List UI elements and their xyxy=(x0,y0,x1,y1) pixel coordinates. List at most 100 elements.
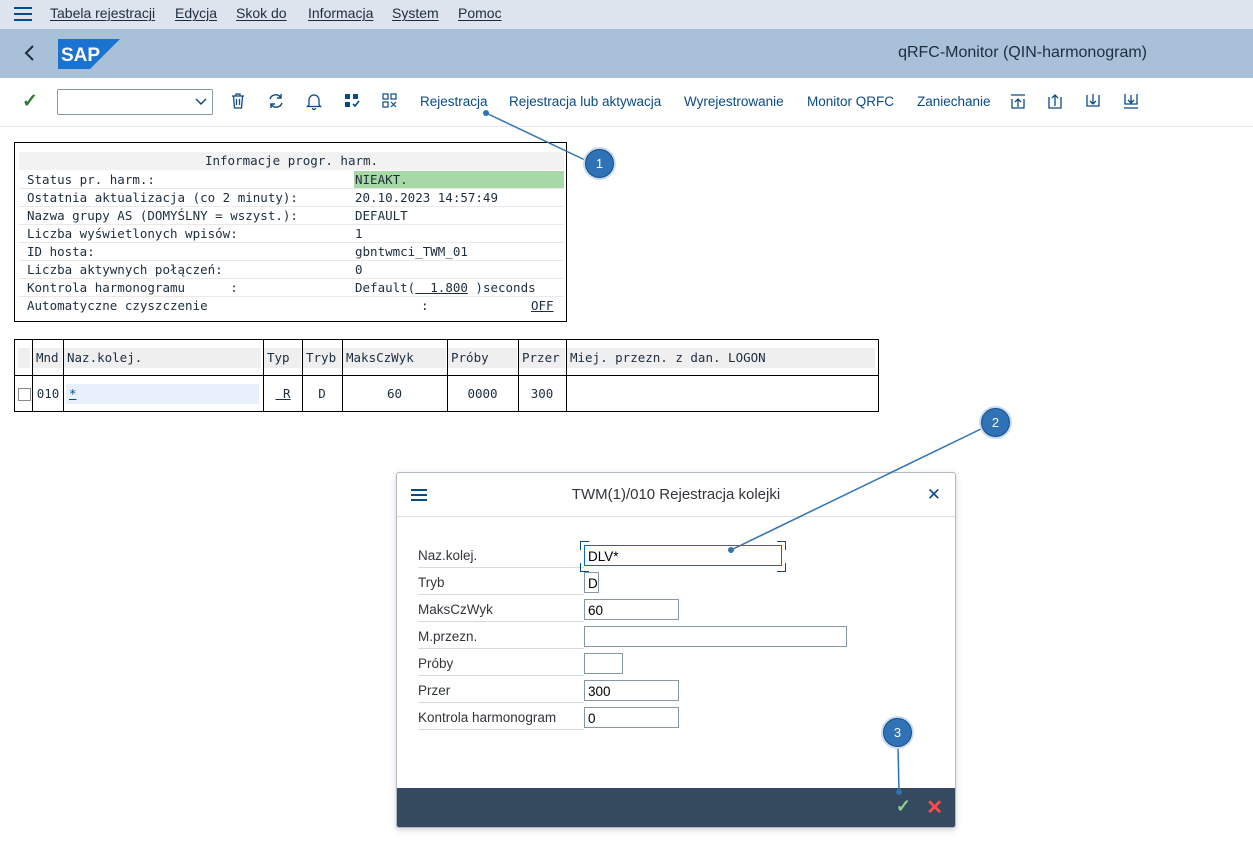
info-label-entries: Liczba wyświetlonych wpisów: xyxy=(27,226,238,241)
schedule-interval-link[interactable]: 1.800 xyxy=(415,280,468,295)
col-header-mode[interactable]: Tryb xyxy=(303,348,341,368)
menu-system[interactable]: System xyxy=(392,5,439,21)
dialog-footer: ✓ ✕ xyxy=(397,788,955,827)
col-header-max-runtime[interactable]: MaksCzWyk xyxy=(343,348,446,368)
dialog-header: TWM(1)/010 Rejestracja kolejki ✕ xyxy=(397,473,955,517)
type-link[interactable]: R xyxy=(275,386,291,401)
cell-pause: 300 xyxy=(530,386,554,401)
grid-deselect-icon[interactable] xyxy=(380,91,400,111)
cell-mnd: 010 xyxy=(36,386,60,401)
label-mode: Tryb xyxy=(418,572,584,595)
last-page-icon[interactable] xyxy=(1121,91,1141,111)
command-field[interactable] xyxy=(57,89,213,115)
callout-marker-3: 3 xyxy=(883,718,912,747)
queue-name-input[interactable]: DLV* xyxy=(584,545,782,566)
label-pause: Przer xyxy=(418,680,584,703)
pause-input[interactable]: 300 xyxy=(584,680,679,701)
focus-corner xyxy=(580,563,589,572)
deregister-button[interactable]: Wyrejestrowanie xyxy=(684,94,784,109)
info-panel-header: Informacje progr. harm. xyxy=(19,152,564,170)
row-select-checkbox[interactable] xyxy=(18,388,31,401)
info-value-status: NIEAKT. xyxy=(355,172,408,187)
destination-input[interactable] xyxy=(584,626,847,647)
sap-logo-text: SAP xyxy=(61,45,100,66)
col-header-attempts[interactable]: Próby xyxy=(448,348,517,368)
bell-icon[interactable] xyxy=(304,91,324,111)
attempts-input[interactable] xyxy=(584,653,623,674)
label-destination: M.przezn. xyxy=(418,626,584,649)
previous-page-icon[interactable] xyxy=(1045,91,1065,111)
chevron-down-icon[interactable] xyxy=(194,94,208,108)
label-max-runtime: MaksCzWyk xyxy=(418,599,584,622)
select-all-header[interactable] xyxy=(18,348,30,368)
info-label-schedule-control: Kontrola harmonogramu : xyxy=(27,280,238,295)
focus-corner xyxy=(777,541,786,550)
info-label-status: Status pr. harm.: xyxy=(27,172,155,187)
info-value-schedule-control: Default( 1.800 )seconds xyxy=(355,279,536,297)
register-queue-dialog: TWM(1)/010 Rejestracja kolejki ✕ Naz.kol… xyxy=(396,472,956,828)
scheduler-info-panel: Informacje progr. harm. Status pr. harm.… xyxy=(14,142,567,322)
callout-marker-1: 1 xyxy=(585,149,614,178)
sap-logo: SAP xyxy=(58,39,120,69)
col-header-logon-destination[interactable]: Miej. przezn. z dan. LOGON xyxy=(567,348,875,368)
cancel-x-icon[interactable]: ✕ xyxy=(926,795,943,820)
info-value-last-update: 20.10.2023 14:57:49 xyxy=(355,190,498,205)
shell-bar: SAP qRFC-Monitor (QIN-harmonogram) xyxy=(0,29,1253,78)
confirm-check-icon[interactable]: ✓ xyxy=(896,796,911,817)
callout-marker-2: 2 xyxy=(981,408,1010,437)
queue-name-link[interactable]: * xyxy=(69,386,77,401)
header-divider xyxy=(15,375,878,376)
col-header-pause[interactable]: Przer xyxy=(519,348,565,368)
refresh-icon[interactable] xyxy=(266,91,286,111)
info-label-last-update: Ostatnia aktualizacja (co 2 minuty): xyxy=(27,190,298,205)
info-value-host-id: gbntwmci_TWM_01 xyxy=(355,244,468,259)
schedule-suffix: )seconds xyxy=(467,280,536,295)
cancel-button[interactable]: Zaniechanie xyxy=(917,94,991,109)
col-header-queue-name[interactable]: Naz.kolej. xyxy=(64,348,261,368)
focus-corner xyxy=(777,563,786,572)
page-title: qRFC-Monitor (QIN-harmonogram) xyxy=(898,44,1147,61)
col-header-mnd[interactable]: Mnd xyxy=(33,348,62,368)
hamburger-menu-icon[interactable] xyxy=(14,7,32,21)
cell-type: R xyxy=(263,384,303,404)
application-toolbar: ✓ Rejestracja Rejestracja lub aktywacja … xyxy=(0,78,1253,127)
menu-skok-do[interactable]: Skok do xyxy=(236,5,287,21)
menu-bar: Tabela rejestracji Edycja Skok do Inform… xyxy=(0,0,1253,29)
enter-check-icon[interactable]: ✓ xyxy=(22,90,38,113)
menu-pomoc[interactable]: Pomoc xyxy=(458,5,502,21)
first-page-icon[interactable] xyxy=(1008,91,1028,111)
info-label-as-group: Nazwa grupy AS (DOMYŚLNY = wszyst.): xyxy=(27,208,298,223)
schedule-prefix: Default( xyxy=(355,280,416,295)
cell-logon-destination xyxy=(566,384,876,404)
col-header-type[interactable]: Typ xyxy=(264,348,301,368)
cell-mode: D xyxy=(318,386,326,401)
register-button[interactable]: Rejestracja xyxy=(420,94,488,109)
label-attempts: Próby xyxy=(418,653,584,676)
label-schedule-control: Kontrola harmonogram xyxy=(418,707,584,730)
register-or-activate-button[interactable]: Rejestracja lub aktywacja xyxy=(509,94,661,109)
info-value-entries: 1 xyxy=(355,226,363,241)
schedule-control-input[interactable]: 0 xyxy=(584,707,679,728)
info-label-auto-cleanup: Automatyczne czyszczenie xyxy=(27,298,208,313)
info-value-as-group: DEFAULT xyxy=(355,208,408,223)
focus-corner xyxy=(580,541,589,550)
menu-tabela-rejestracji[interactable]: Tabela rejestracji xyxy=(50,5,155,21)
next-page-icon[interactable] xyxy=(1083,91,1103,111)
mode-input[interactable]: D xyxy=(584,572,599,593)
close-icon[interactable]: ✕ xyxy=(927,485,941,505)
queue-table: Mnd Naz.kolej. Typ Tryb MaksCzWyk Próby … xyxy=(14,339,879,412)
info-colon: : xyxy=(421,298,429,313)
monitor-qrfc-button[interactable]: Monitor QRFC xyxy=(807,94,894,109)
info-label-host-id: ID hosta: xyxy=(27,244,95,259)
delete-icon[interactable] xyxy=(228,91,248,111)
info-value-active-connections: 0 xyxy=(355,262,363,277)
grid-select-icon[interactable] xyxy=(342,91,362,111)
cell-queue-name: * xyxy=(66,384,259,404)
max-runtime-input[interactable]: 60 xyxy=(584,599,679,620)
back-arrow-icon[interactable] xyxy=(20,42,40,64)
menu-informacja[interactable]: Informacja xyxy=(308,5,373,21)
cell-attempts: 0000 xyxy=(467,386,498,401)
menu-edycja[interactable]: Edycja xyxy=(175,5,217,21)
label-queue-name: Naz.kolej. xyxy=(418,545,584,568)
auto-cleanup-toggle[interactable]: OFF xyxy=(531,297,554,315)
